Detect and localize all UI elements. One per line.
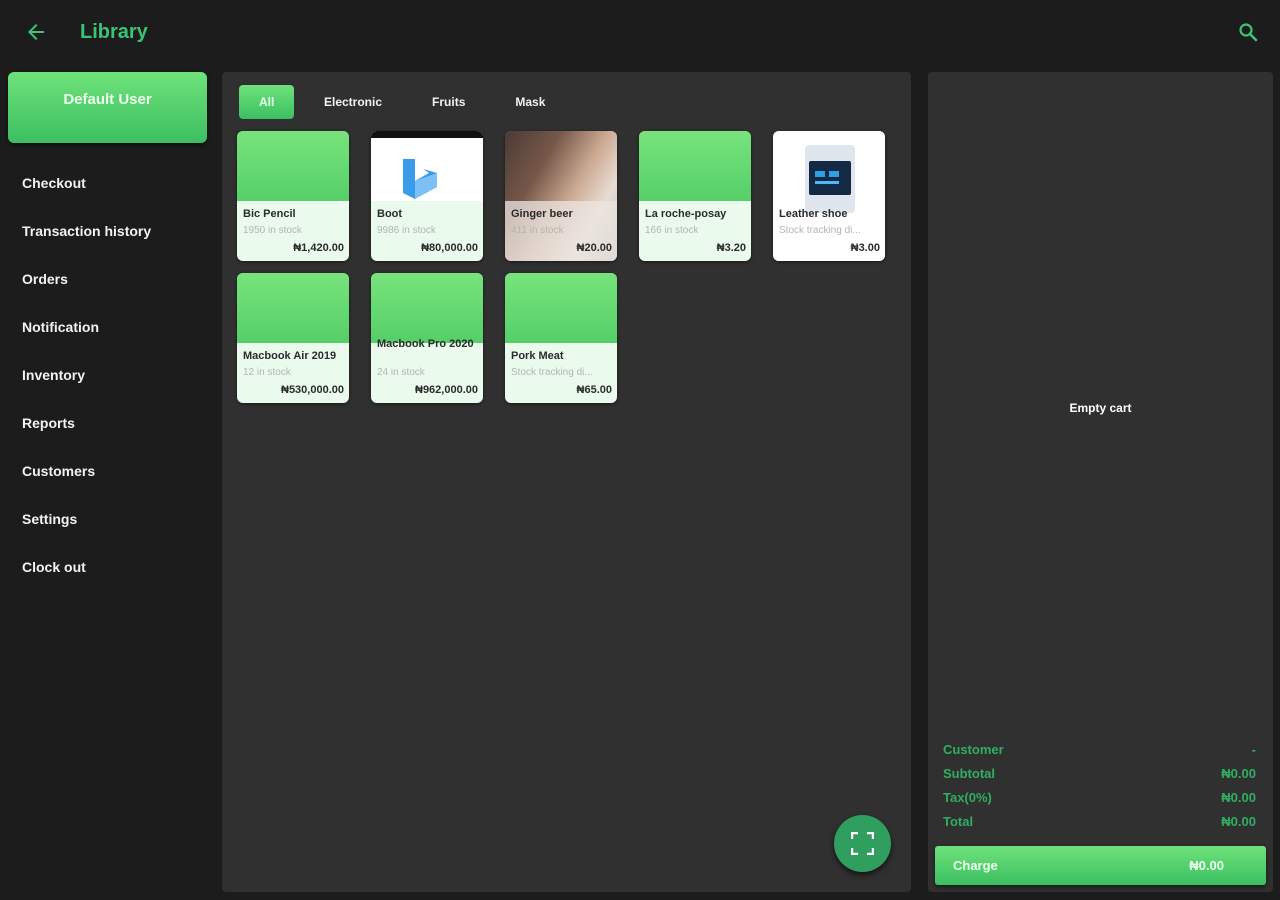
top-app-bar: Library <box>0 0 1280 66</box>
product-thumbnail <box>639 131 751 201</box>
product-thumbnail <box>371 273 483 343</box>
product-card[interactable]: Ginger beer 411 in stock ₦20.00 <box>505 131 617 261</box>
product-card[interactable]: Leather shoe Stock tracking di... ₦3.00 <box>773 131 885 261</box>
summary-label: Total <box>943 814 974 829</box>
page-title: Library <box>80 21 148 43</box>
product-name: Macbook Pro 2020 <box>377 338 474 350</box>
charge-label: Charge <box>953 858 998 873</box>
product-stock: 9986 in stock <box>377 225 436 236</box>
search-icon[interactable] <box>1236 20 1260 44</box>
arrow-left-icon[interactable] <box>24 20 48 44</box>
user-button[interactable]: Default User <box>8 72 207 143</box>
summary-row-subtotal: Subtotal ₦0.00 <box>943 766 1256 790</box>
charge-button[interactable]: Charge ₦0.00 <box>935 846 1266 885</box>
summary-row-customer[interactable]: Customer - <box>943 742 1256 766</box>
product-name: Leather shoe <box>779 208 848 220</box>
sidebar-nav: Checkout Transaction history Orders Noti… <box>0 172 214 604</box>
summary-value: ₦0.00 <box>1221 766 1256 781</box>
product-price: ₦530,000.00 <box>281 384 344 396</box>
product-card[interactable]: Boot 9986 in stock ₦80,000.00 <box>371 131 483 261</box>
product-name: Ginger beer <box>511 208 573 220</box>
product-stock: Stock tracking di... <box>511 367 593 378</box>
app-logo-image <box>371 131 483 199</box>
summary-label: Customer <box>943 742 1004 757</box>
sidebar-item-inventory[interactable]: Inventory <box>0 364 214 412</box>
empty-cart-message: Empty cart <box>1069 401 1132 415</box>
product-stock: 166 in stock <box>645 225 699 236</box>
product-price: ₦962,000.00 <box>415 384 478 396</box>
scan-button[interactable] <box>834 815 891 872</box>
tab-all[interactable]: All <box>239 85 294 119</box>
product-price: ₦3.00 <box>850 242 880 254</box>
sidebar-item-settings[interactable]: Settings <box>0 508 214 556</box>
charge-total: ₦0.00 <box>1189 858 1224 873</box>
product-price: ₦1,420.00 <box>293 242 344 254</box>
product-card[interactable]: Macbook Pro 2020 24 in stock ₦962,000.00 <box>371 273 483 403</box>
product-price: ₦65.00 <box>576 384 612 396</box>
product-name: Bic Pencil <box>243 208 296 220</box>
product-card[interactable]: Pork Meat Stock tracking di... ₦65.00 <box>505 273 617 403</box>
sidebar-item-customers[interactable]: Customers <box>0 460 214 508</box>
sidebar-item-notification[interactable]: Notification <box>0 316 214 364</box>
product-stock: 24 in stock <box>377 367 425 378</box>
product-stock: 12 in stock <box>243 367 291 378</box>
product-price: ₦3.20 <box>716 242 746 254</box>
sidebar: Default User Checkout Transaction histor… <box>0 66 214 900</box>
sidebar-item-checkout[interactable]: Checkout <box>0 172 214 220</box>
summary-row-tax: Tax(0%) ₦0.00 <box>943 790 1256 814</box>
library-panel: All Electronic Fruits Mask Bic Pencil 19… <box>222 72 911 892</box>
product-stock: 1950 in stock <box>243 225 302 236</box>
product-name: Macbook Air 2019 <box>243 350 337 362</box>
sidebar-item-transaction-history[interactable]: Transaction history <box>0 220 214 268</box>
category-tabs: All Electronic Fruits Mask <box>239 85 575 119</box>
summary-row-total: Total ₦0.00 <box>943 814 1256 838</box>
product-card[interactable]: Bic Pencil 1950 in stock ₦1,420.00 <box>237 131 349 261</box>
product-price: ₦80,000.00 <box>421 242 478 254</box>
product-name: Pork Meat <box>511 350 564 362</box>
cart-panel: Empty cart Customer - Subtotal ₦0.00 Tax… <box>928 72 1273 892</box>
product-name: La roche-posay <box>645 208 727 220</box>
product-price: ₦20.00 <box>576 242 612 254</box>
summary-value: ₦0.00 <box>1221 814 1256 829</box>
tab-electronic[interactable]: Electronic <box>304 85 402 119</box>
product-thumbnail <box>371 131 483 201</box>
summary-label: Tax(0%) <box>943 790 992 805</box>
product-thumbnail <box>505 273 617 343</box>
product-card[interactable]: Macbook Air 2019 12 in stock ₦530,000.00 <box>237 273 349 403</box>
sidebar-item-orders[interactable]: Orders <box>0 268 214 316</box>
product-stock: Stock tracking di... <box>779 225 861 236</box>
product-name: Boot <box>377 208 403 220</box>
summary-value: - <box>1251 742 1256 757</box>
scan-frame-icon <box>851 832 874 855</box>
sidebar-item-clock-out[interactable]: Clock out <box>0 556 214 604</box>
summary-value: ₦0.00 <box>1221 790 1256 805</box>
product-stock: 411 in stock <box>511 225 564 236</box>
product-thumbnail <box>237 131 349 201</box>
cart-summary: Customer - Subtotal ₦0.00 Tax(0%) ₦0.00 … <box>943 742 1256 838</box>
product-thumbnail <box>237 273 349 343</box>
sidebar-item-reports[interactable]: Reports <box>0 412 214 460</box>
tab-fruits[interactable]: Fruits <box>412 85 485 119</box>
product-card[interactable]: La roche-posay 166 in stock ₦3.20 <box>639 131 751 261</box>
tab-mask[interactable]: Mask <box>495 85 565 119</box>
summary-label: Subtotal <box>943 766 995 781</box>
